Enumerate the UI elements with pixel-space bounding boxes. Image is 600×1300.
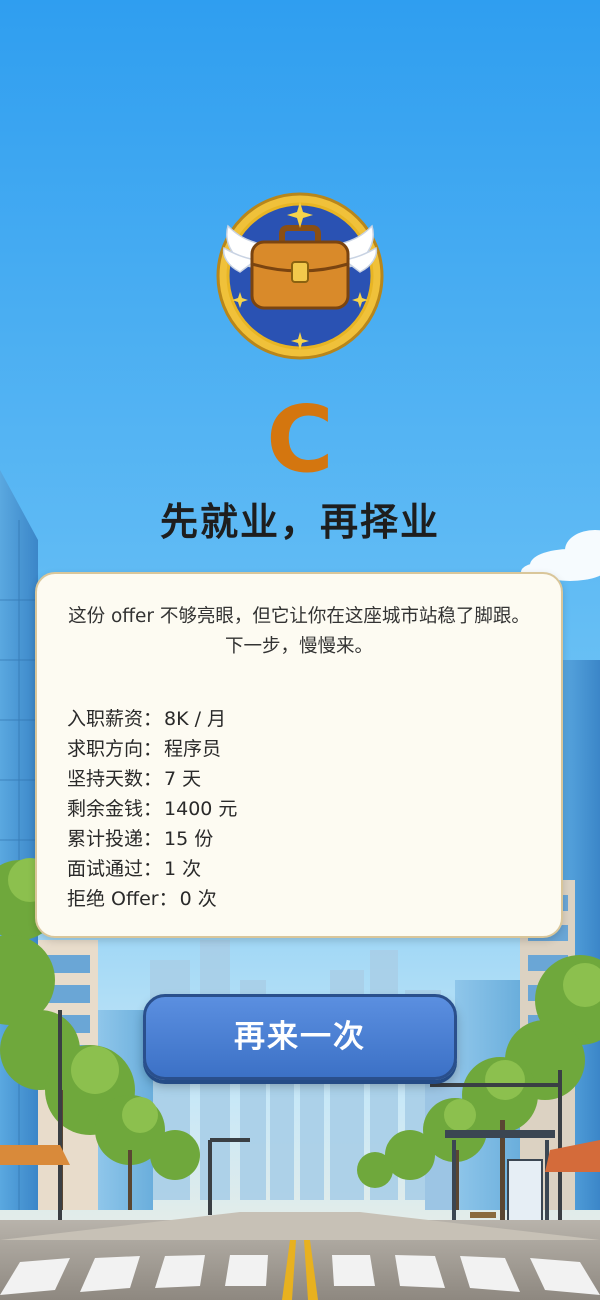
stat-label: 面试通过：: [67, 858, 163, 880]
stat-value: 程序员: [164, 738, 222, 760]
stat-label: 坚持天数：: [67, 768, 163, 790]
retry-button[interactable]: 再来一次: [143, 994, 457, 1080]
stat-label: 剩余金钱：: [67, 798, 163, 820]
stat-value: 1 次: [164, 858, 202, 880]
stat-label: 累计投递：: [67, 828, 163, 850]
stat-applications: 累计投递： 15 份: [67, 824, 237, 854]
stat-label: 求职方向：: [67, 738, 163, 760]
result-title: 先就业，再择业: [159, 500, 440, 544]
stat-days: 坚持天数： 7 天: [67, 764, 237, 794]
stat-job-direction: 求职方向： 程序员: [67, 734, 237, 764]
stat-label: 拒绝 Offer：: [67, 888, 178, 910]
grade-letter: C: [266, 386, 334, 493]
stat-rejected-offers: 拒绝 Offer： 0 次: [67, 884, 237, 914]
stat-interviews: 面试通过： 1 次: [67, 854, 237, 884]
stat-value: 8K / 月: [164, 708, 227, 730]
stat-value: 1400 元: [164, 798, 238, 820]
stat-value: 15 份: [164, 828, 214, 850]
stats-list: 入职薪资： 8K / 月 求职方向： 程序员 坚持天数： 7 天 剩余金钱： 1400 …: [67, 704, 237, 914]
stat-money: 剩余金钱： 1400 元: [67, 794, 237, 824]
winged-briefcase-icon: [216, 192, 384, 360]
result-description: 这份 offer 不够亮眼，但它让你在这座城市站稳了脚跟。下一步，慢慢来。: [68, 606, 530, 657]
stat-value: 7 天: [164, 768, 202, 790]
stat-salary: 入职薪资： 8K / 月: [67, 704, 237, 734]
stat-label: 入职薪资：: [67, 708, 163, 730]
result-card: 这份 offer 不够亮眼，但它让你在这座城市站稳了脚跟。下一步，慢慢来。 入职…: [35, 572, 563, 938]
stat-value: 0 次: [179, 888, 217, 910]
